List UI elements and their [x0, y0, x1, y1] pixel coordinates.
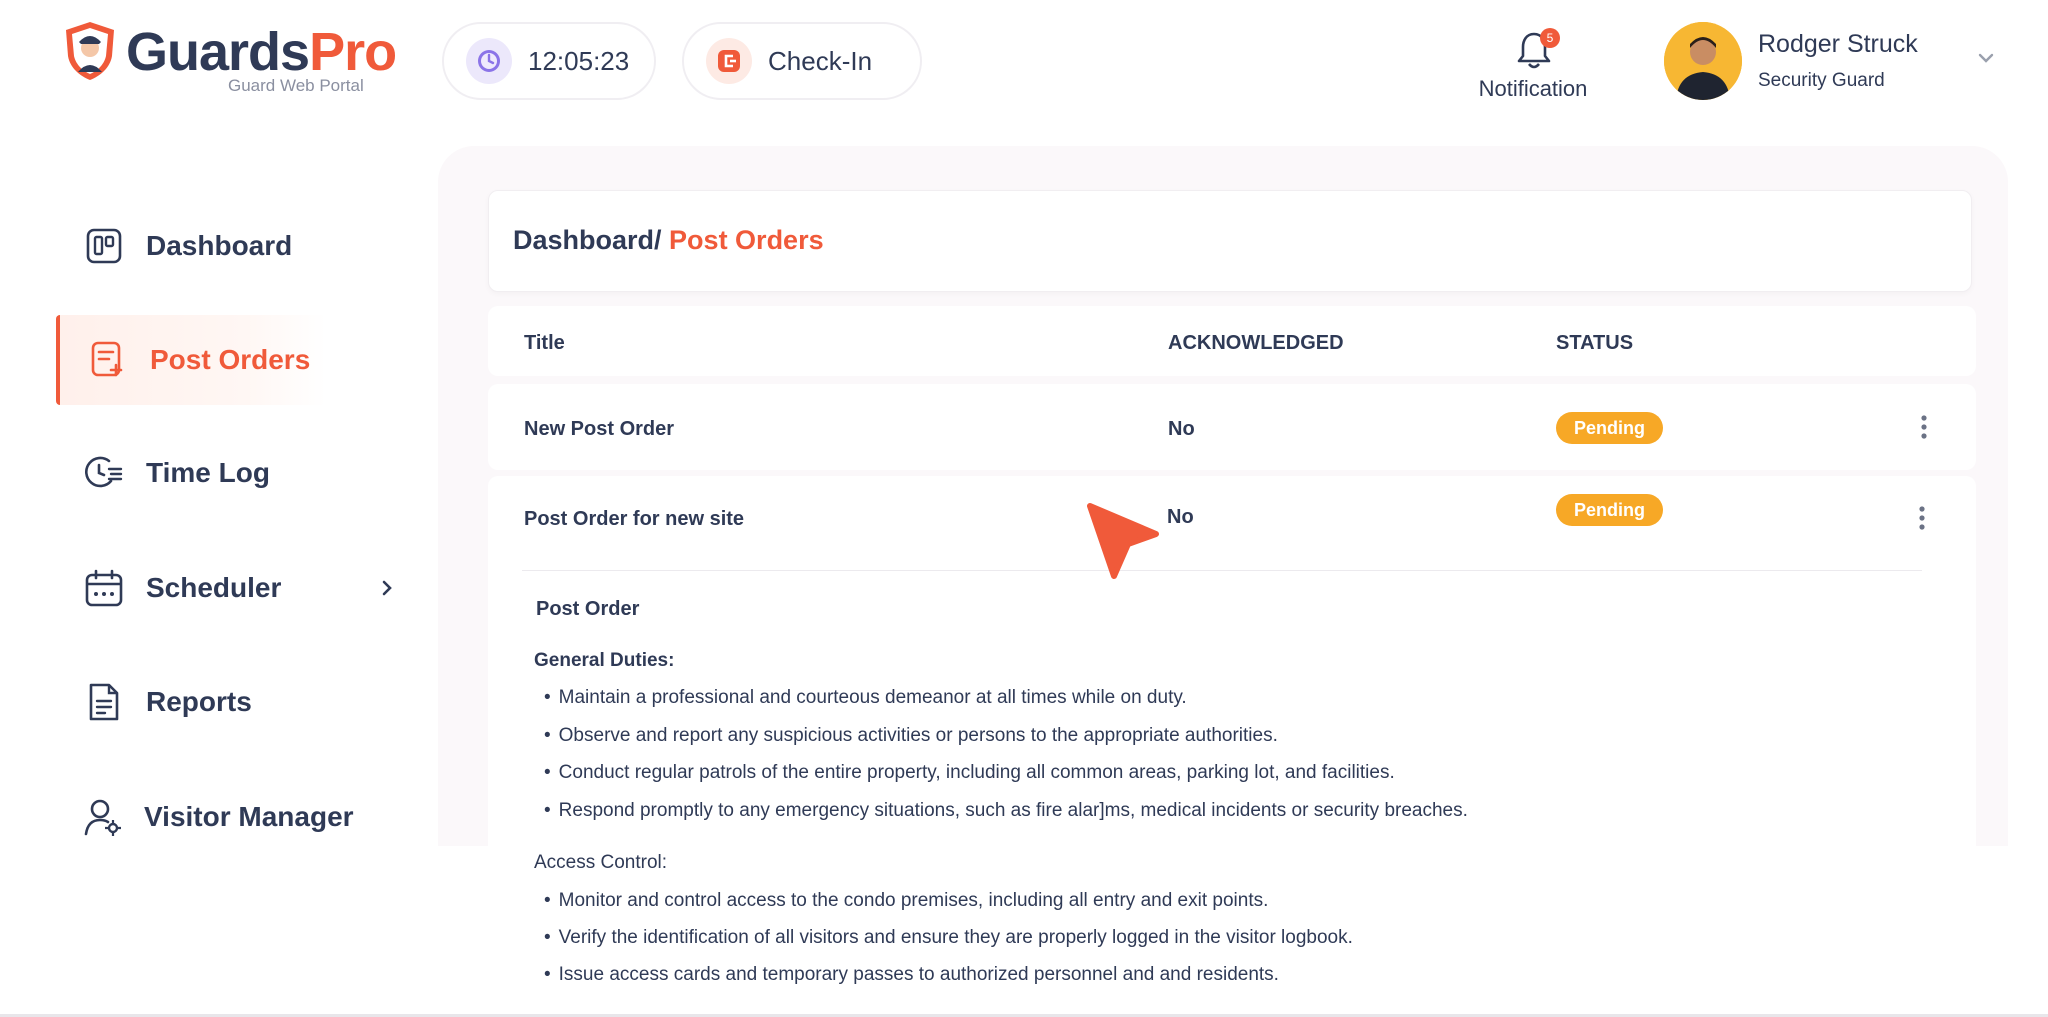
row-title: New Post Order: [524, 418, 675, 440]
row-acknowledged: No: [1167, 506, 1194, 528]
document-icon: [84, 682, 124, 722]
sidebar-item-label: Post Orders: [150, 344, 311, 375]
dashboard-icon: [84, 226, 124, 266]
chevron-right-icon[interactable]: [380, 578, 394, 598]
section-heading-access-control: Access Control:: [534, 852, 668, 873]
brand-subtitle: Guard Web Portal: [228, 76, 364, 95]
status-badge: Pending: [1556, 494, 1663, 526]
calendar-icon: [84, 568, 124, 608]
clock-pill: 12:05:23: [442, 22, 656, 100]
guard-shield-icon: [66, 22, 114, 80]
notification-button[interactable]: 5 Notification: [1460, 26, 1606, 106]
list-item: Observe and report any suspicious activi…: [544, 725, 1278, 747]
sidebar-item-dashboard[interactable]: Dashboard: [56, 201, 326, 291]
list-item: Conduct regular patrols of the entire pr…: [544, 762, 1395, 784]
brand-logo[interactable]: GuardsPro Guard Web Portal: [62, 20, 397, 100]
row-title[interactable]: Post Order for new site: [524, 508, 744, 531]
divider: [522, 570, 1922, 571]
clock-time: 12:05:23: [528, 45, 630, 76]
user-name[interactable]: Rodger Struck: [1758, 30, 1918, 59]
list-item: Monitor and control access to the condo …: [544, 890, 1269, 912]
clock-icon: [466, 38, 512, 84]
check-in-label: Check-In: [768, 45, 873, 76]
sidebar-item-label: Scheduler: [146, 572, 282, 603]
sidebar-item-label: Visitor Manager: [144, 801, 354, 832]
sidebar-item-label: Dashboard: [146, 230, 293, 261]
more-options-icon[interactable]: [1920, 414, 1928, 440]
notification-count-badge: 5: [1540, 28, 1560, 48]
list-item: Maintain a professional and courteous de…: [544, 687, 1187, 709]
sidebar-item-time-log[interactable]: Time Log: [56, 428, 326, 518]
post-orders-icon: [88, 340, 128, 380]
breadcrumb: Dashboard/ Post Orders: [513, 225, 824, 256]
list-item: Issue access cards and temporary passes …: [544, 964, 1279, 986]
column-header-acknowledged: ACKNOWLEDGED: [1168, 332, 1344, 354]
brand-name: GuardsPro: [126, 22, 397, 82]
sidebar-item-scheduler[interactable]: Scheduler: [56, 543, 326, 633]
column-header-title: Title: [524, 332, 565, 354]
check-in-button[interactable]: Check-In: [682, 22, 922, 100]
column-header-status: STATUS: [1556, 332, 1634, 354]
pointer-cursor-icon: [1087, 503, 1159, 579]
status-badge: Pending: [1556, 412, 1663, 444]
sidebar-item-reports[interactable]: Reports: [56, 657, 326, 747]
check-in-icon: [706, 38, 752, 84]
table-header: Title ACKNOWLEDGED STATUS: [488, 306, 1976, 376]
list-item: Respond promptly to any emergency situat…: [544, 800, 1468, 822]
breadcrumb-card: Dashboard/ Post Orders: [488, 190, 1972, 292]
section-heading-general-duties: General Duties:: [534, 650, 675, 671]
breadcrumb-root[interactable]: Dashboard/: [513, 225, 662, 255]
avatar[interactable]: [1664, 22, 1742, 100]
list-item: Verify the identification of all visitor…: [544, 927, 1353, 949]
time-log-icon: [84, 453, 124, 493]
sidebar-item-label: Reports: [146, 686, 252, 717]
chevron-down-icon[interactable]: [1976, 50, 1996, 66]
sidebar-item-label: Time Log: [146, 457, 270, 488]
post-order-title: Post Order: [536, 598, 640, 620]
sidebar-item-visitor-manager[interactable]: Visitor Manager: [56, 772, 354, 862]
visitor-icon: [84, 797, 122, 837]
row-acknowledged: No: [1168, 418, 1195, 440]
user-role: Security Guard: [1758, 70, 1885, 91]
more-options-icon[interactable]: [1918, 505, 1926, 531]
breadcrumb-current: Post Orders: [669, 225, 824, 255]
notification-label: Notification: [1478, 76, 1588, 101]
sidebar-item-post-orders[interactable]: Post Orders: [56, 315, 326, 405]
table-row[interactable]: New Post Order No Pending: [488, 384, 1976, 470]
